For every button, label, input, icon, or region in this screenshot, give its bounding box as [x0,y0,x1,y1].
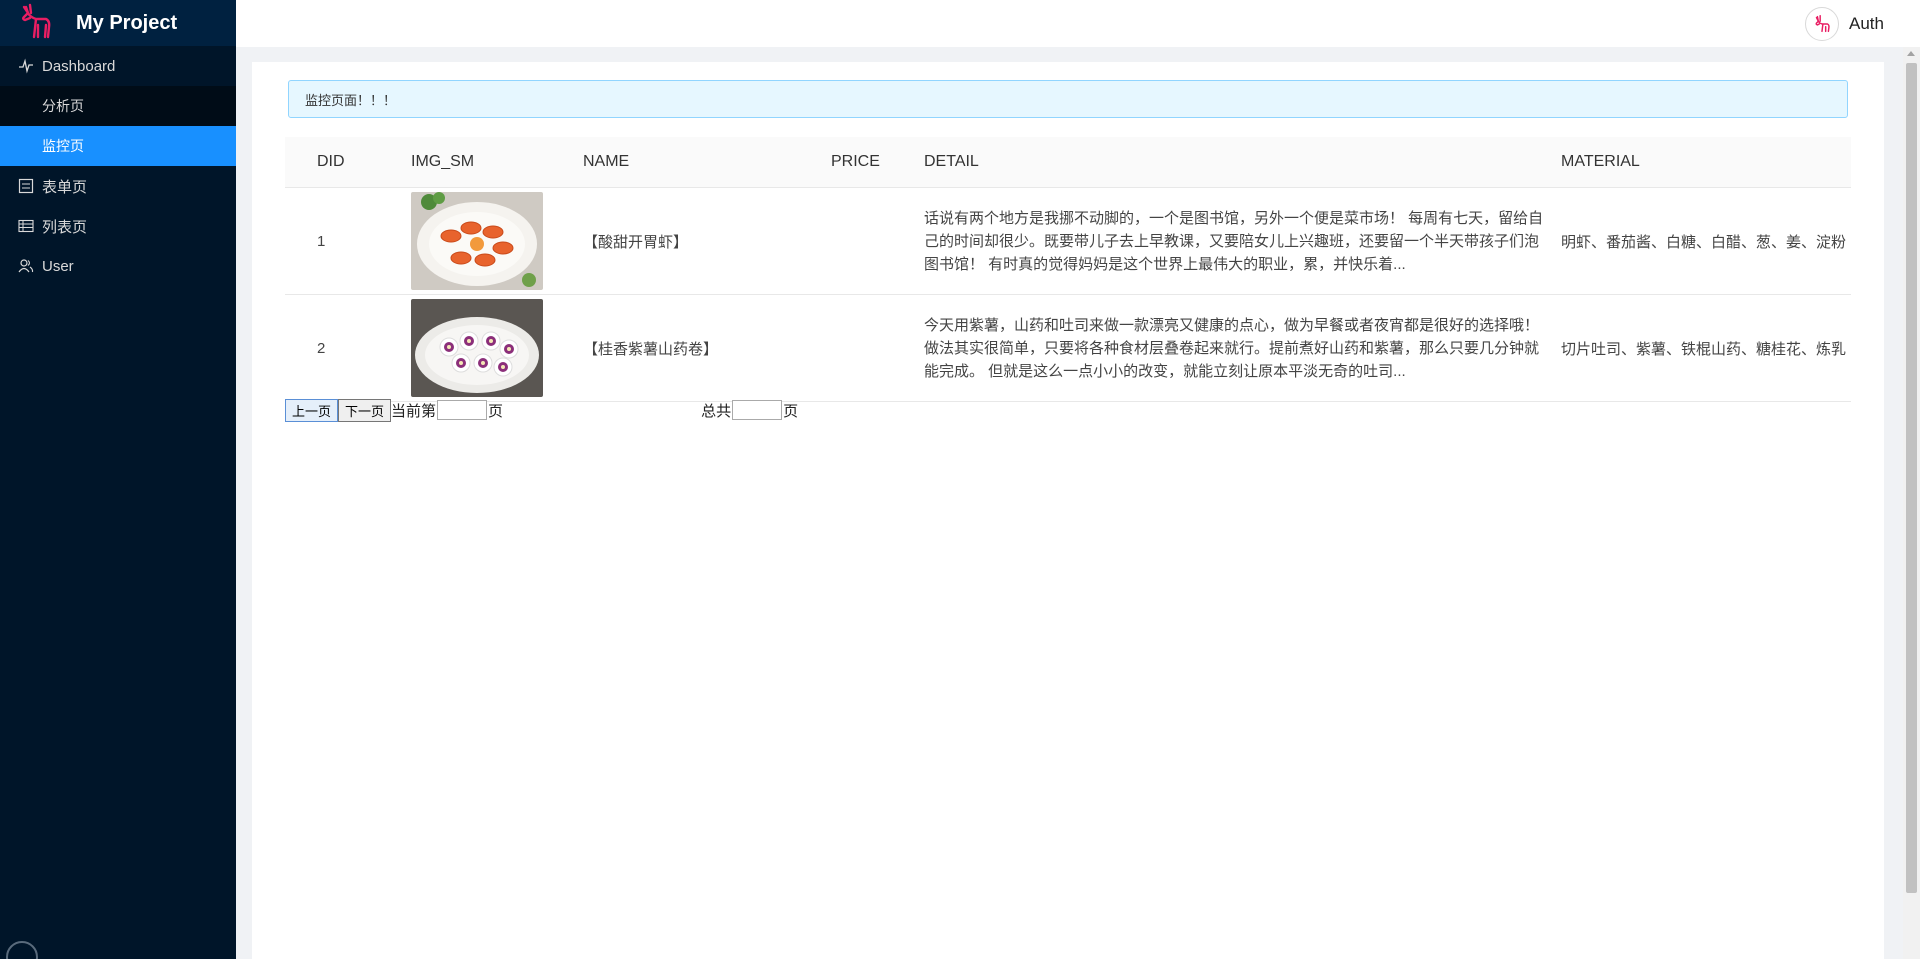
form-icon [18,178,34,194]
prev-page-button[interactable]: 上一页 [285,398,339,422]
material-text: 明虾、番茄酱、白糖、白醋、葱、姜、淀粉 [1561,233,1847,251]
pulse-icon [18,58,34,74]
collapse-toggle-icon[interactable] [6,941,38,959]
total-pages-suffix: 页 [783,402,799,420]
sidebar-item-label: User [42,257,74,275]
table-row[interactable]: 2 【桂香紫薯山药卷】 今天用紫薯，山药和吐司来做一款漂亮又健康的点心，做为早餐… [285,294,1851,402]
sidebar-item-form[interactable]: 表单页 [0,166,236,206]
pagination: 上一页 下一页 当前第 页 总共 页 [285,398,798,422]
cell-did: 1 [285,187,411,295]
sidebar-item-dashboard[interactable]: Dashboard [0,46,236,86]
cell-img [411,187,583,295]
column-header-img[interactable]: IMG_SM [411,137,583,188]
column-header-did[interactable]: DID [285,137,411,188]
cell-price [831,294,924,402]
sidebar-item-monitor[interactable]: 监控页 [0,126,236,166]
total-pages-prefix: 总共 [701,402,732,420]
sidebar-item-label: 表单页 [42,178,88,196]
top-header: Auth [236,0,1920,47]
table-icon [18,218,34,234]
data-table-wrapper[interactable]: DID IMG_SM NAME PRICE DETAIL MATERIAL 1 [285,137,1851,402]
app-title: My Project [76,11,178,34]
column-header-price[interactable]: PRICE [831,137,924,188]
cell-material: 明虾、番茄酱、白糖、白醋、葱、姜、淀粉 [1561,187,1851,295]
sidebar-item-analysis[interactable]: 分析页 [0,86,236,126]
current-page-input[interactable] [437,400,488,420]
scrollbar-thumb[interactable] [1906,63,1917,893]
vertical-scrollbar[interactable] [1903,47,1920,959]
column-header-detail[interactable]: DETAIL [924,137,1561,188]
sidebar-item-label: 分析页 [42,98,84,114]
sidebar: My Project Dashboard 分析页 监控页 表单页 列表页 Use… [0,0,236,959]
sidebar-item-list[interactable]: 列表页 [0,206,236,246]
deer-logo-icon [16,1,56,46]
cell-material: 切片吐司、紫薯、铁棍山药、糖桂花、炼乳 [1561,294,1851,402]
purple-potato-roll-image[interactable] [411,299,543,397]
sidebar-item-label: Dashboard [42,57,116,75]
table-header-row: DID IMG_SM NAME PRICE DETAIL MATERIAL [285,137,1851,188]
cell-img [411,294,583,402]
shrimp-dish-image[interactable] [411,192,543,290]
data-table: DID IMG_SM NAME PRICE DETAIL MATERIAL 1 [285,137,1851,402]
sidebar-item-user[interactable]: User [0,246,236,286]
cell-detail: 今天用紫薯，山药和吐司来做一款漂亮又健康的点心，做为早餐或者夜宵都是很好的选择哦… [924,294,1561,402]
main-content: 监控页面！！！ DID IMG_SM NAME PRICE DETAIL MAT… [252,62,1884,959]
material-text: 切片吐司、紫薯、铁棍山药、糖桂花、炼乳 [1561,340,1847,358]
cell-name: 【桂香紫薯山药卷】 [583,294,831,402]
detail-text: 话说有两个地方是我挪不动脚的，一个是图书馆，另外一个便是菜市场！ 每周有七天，留… [924,209,1544,273]
next-page-button[interactable]: 下一页 [338,398,392,422]
info-alert: 监控页面！！！ [288,80,1848,118]
detail-text: 今天用紫薯，山药和吐司来做一款漂亮又健康的点心，做为早餐或者夜宵都是很好的选择哦… [924,316,1540,380]
dashboard-submenu: 分析页 监控页 [0,86,236,166]
avatar [1805,7,1840,41]
current-page-prefix: 当前第 [391,402,437,420]
total-pages-input[interactable] [732,400,783,420]
user-icon [18,258,34,274]
cell-name: 【酸甜开胃虾】 [583,187,831,295]
column-header-name[interactable]: NAME [583,137,831,188]
logo-area[interactable]: My Project [0,0,236,46]
scroll-up-arrow-icon[interactable] [1907,51,1915,56]
sidebar-item-label: 监控页 [42,138,84,154]
user-name: Auth [1849,14,1884,33]
column-header-material[interactable]: MATERIAL [1561,137,1851,188]
sidebar-item-label: 列表页 [42,218,88,236]
user-menu[interactable]: Auth [1805,7,1884,41]
deer-avatar-icon [1815,15,1830,33]
alert-text: 监控页面！！！ [305,92,397,108]
cell-price [831,187,924,295]
current-page-suffix: 页 [488,402,504,420]
cell-did: 2 [285,294,411,402]
table-row[interactable]: 1 【酸甜开胃虾】 话说有两个地方是我挪不动脚的，一个是图书馆，另外一个便是菜市… [285,187,1851,295]
cell-detail: 话说有两个地方是我挪不动脚的，一个是图书馆，另外一个便是菜市场！ 每周有七天，留… [924,187,1561,295]
